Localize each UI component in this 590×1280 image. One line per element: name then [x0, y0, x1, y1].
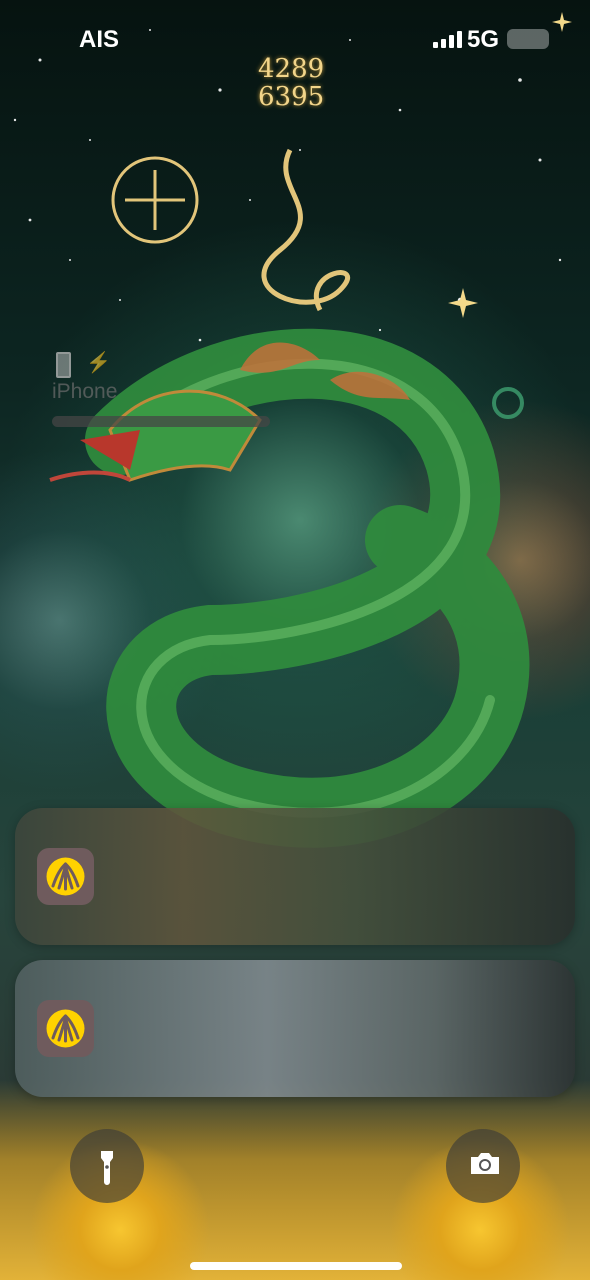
battery-widget[interactable]: ⚡ iPhone [52, 350, 272, 432]
device-label: iPhone [52, 380, 118, 403]
battery-icon [507, 29, 549, 49]
wallpaper-number-2: 6395 [258, 82, 325, 112]
krungsri-app-icon [37, 848, 94, 905]
status-bar: AIS 5G [0, 0, 590, 80]
battery-level-bar [52, 416, 270, 427]
lightning-bolt-icon: ⚡ [86, 352, 111, 374]
home-indicator[interactable] [190, 1262, 402, 1270]
notification-card-1[interactable] [15, 808, 575, 945]
battery-icon [56, 352, 71, 378]
carrier-label: AIS [79, 26, 120, 53]
krungsri-app-icon [37, 1000, 94, 1057]
flashlight-icon [101, 1151, 113, 1185]
signal-strength-icon [433, 30, 462, 48]
notification-card-2[interactable] [15, 960, 575, 1097]
flashlight-button[interactable] [70, 1129, 144, 1203]
network-type-label: 5G [467, 26, 500, 53]
camera-button[interactable] [446, 1129, 520, 1203]
camera-icon [471, 1153, 499, 1174]
